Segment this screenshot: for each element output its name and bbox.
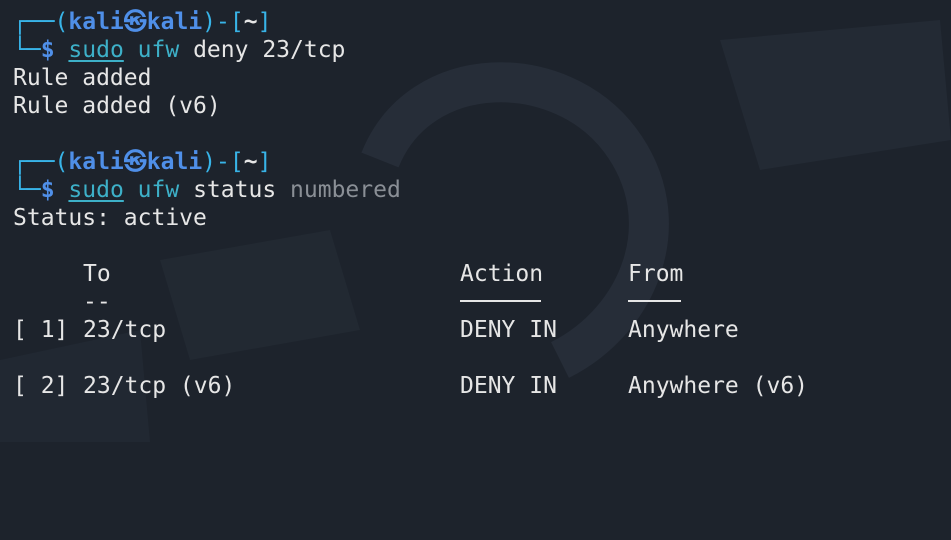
header-action: Action (460, 261, 544, 287)
prompt-frame: ] (257, 9, 272, 35)
prompt-line: ┌──(kali㉿kali)-[~] (13, 8, 951, 36)
prompt-frame: ┌──( (13, 9, 69, 35)
status-line: Status: active (13, 205, 207, 231)
terminal-output: ┌──(kali㉿kali)-[~] └─$ sudo ufw deny 23/… (0, 0, 951, 442)
rule-number: [ 2] (13, 373, 69, 399)
command-args-suggestion: numbered (290, 177, 401, 203)
table-row: [ 2] 23/tcp (v6) DENY IN Anywhere (v6) (13, 372, 951, 400)
rule-number: [ 1] (13, 317, 69, 343)
prompt-frame: ┌──( (13, 149, 69, 175)
underline-to: -- (83, 289, 111, 315)
output-line: Rule added (13, 65, 152, 91)
command-line: └─$ sudo ufw deny 23/tcp (13, 36, 951, 64)
underline-from (628, 300, 681, 302)
prompt-frame: )-[ (202, 9, 244, 35)
command-sudo: sudo (68, 37, 124, 63)
prompt-host: kali (146, 9, 203, 35)
command-ufw: ufw (137, 37, 180, 63)
header-to: To (83, 261, 111, 287)
prompt-user: kali (68, 149, 124, 175)
command-line: └─$ sudo ufw status numbered (13, 176, 951, 204)
prompt-at-symbol: ㉿ (123, 9, 147, 35)
prompt-frame: )-[ (202, 149, 244, 175)
prompt-frame: ] (257, 149, 272, 175)
prompt-corner: └─ (13, 37, 41, 63)
rule-action: DENY IN (460, 373, 557, 399)
table-row: [ 1] 23/tcp DENY IN Anywhere (13, 316, 951, 344)
prompt-directory: ~ (243, 149, 258, 175)
output-line: Rule added (v6) (13, 93, 221, 119)
header-from: From (628, 261, 684, 287)
command-args: status (193, 177, 277, 203)
prompt-dollar: $ (40, 37, 55, 63)
prompt-corner: └─ (13, 177, 41, 203)
underline-action (460, 300, 541, 302)
prompt-at-symbol: ㉿ (123, 149, 147, 175)
table-header-row: To Action From (13, 260, 951, 288)
rule-to: 23/tcp (83, 317, 167, 343)
command-args: deny 23/tcp (193, 37, 346, 63)
prompt-directory: ~ (243, 9, 258, 35)
prompt-dollar: $ (40, 177, 55, 203)
rule-action: DENY IN (460, 317, 557, 343)
command-sudo: sudo (68, 177, 124, 203)
table-header-underline: -- (13, 288, 951, 316)
prompt-line: ┌──(kali㉿kali)-[~] (13, 148, 951, 176)
rule-to: 23/tcp (v6) (83, 373, 236, 399)
prompt-user: kali (68, 9, 124, 35)
rule-from: Anywhere (628, 317, 739, 343)
rule-from: Anywhere (v6) (628, 373, 809, 399)
command-ufw: ufw (137, 177, 180, 203)
prompt-host: kali (146, 149, 203, 175)
